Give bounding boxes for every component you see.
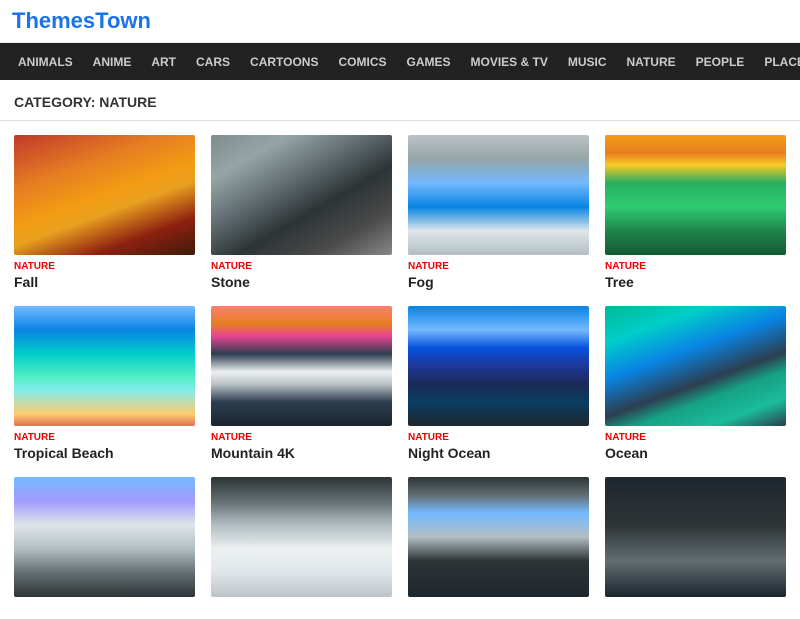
card-row3-3[interactable] [408,477,589,603]
nav-cars[interactable]: CARS [186,45,240,79]
card-fall-title: Fall [14,274,195,290]
nav-movies-tv[interactable]: MOVIES & TV [461,45,558,79]
nav-games[interactable]: GAMES [396,45,460,79]
card-ocean-image [605,306,786,426]
card-ocean[interactable]: NATURE Ocean [605,306,786,461]
card-tropical-category: NATURE [14,432,195,443]
card-drops-image [408,477,589,597]
card-snow2-image [211,477,392,597]
card-nightocean-category: NATURE [408,432,589,443]
nav-art[interactable]: ART [141,45,186,79]
nav-cartoons[interactable]: CARTOONS [240,45,328,79]
card-fall-image [14,135,195,255]
card-row3-1[interactable] [14,477,195,603]
card-grid-row3 [0,477,800,619]
card-fog[interactable]: NATURE Fog [408,135,589,290]
card-fog-category: NATURE [408,261,589,272]
nav-places[interactable]: PLACES [754,45,800,79]
card-tree-image [605,135,786,255]
card-tropical-image [14,306,195,426]
card-ocean-category: NATURE [605,432,786,443]
logo[interactable]: ThemesTown [12,8,151,33]
card-mountain-image [211,306,392,426]
category-title: CATEGORY: NATURE [0,80,800,121]
card-night-ocean[interactable]: NATURE Night Ocean [408,306,589,461]
card-mountain-title: Mountain 4K [211,445,392,461]
card-tree-title: Tree [605,274,786,290]
nav-music[interactable]: MUSIC [558,45,617,79]
card-stone[interactable]: NATURE Stone [211,135,392,290]
card-tropical-beach[interactable]: NATURE Tropical Beach [14,306,195,461]
card-tree-category: NATURE [605,261,786,272]
main-nav: ANIMALS ANIME ART CARS CARTOONS COMICS G… [0,43,800,80]
card-fall[interactable]: NATURE Fall [14,135,195,290]
card-fog-image [408,135,589,255]
nav-comics[interactable]: COMICS [328,45,396,79]
card-fall-category: NATURE [14,261,195,272]
card-snow1-image [14,477,195,597]
nav-animals[interactable]: ANIMALS [8,45,83,79]
card-mountain[interactable]: NATURE Mountain 4K [211,306,392,461]
card-fog-title: Fog [408,274,589,290]
card-stone-image [211,135,392,255]
card-ocean-title: Ocean [605,445,786,461]
card-nightocean-title: Night Ocean [408,445,589,461]
card-grid-row1: NATURE Fall NATURE Stone NATURE Fog NATU… [0,135,800,306]
nav-people[interactable]: PEOPLE [686,45,755,79]
card-grid-row2: NATURE Tropical Beach NATURE Mountain 4K… [0,306,800,477]
card-dark-image [605,477,786,597]
card-row3-4[interactable] [605,477,786,603]
card-tropical-title: Tropical Beach [14,445,195,461]
card-stone-category: NATURE [211,261,392,272]
card-mountain-category: NATURE [211,432,392,443]
card-nightocean-image [408,306,589,426]
card-tree[interactable]: NATURE Tree [605,135,786,290]
header: ThemesTown [0,0,800,43]
card-row3-2[interactable] [211,477,392,603]
nav-anime[interactable]: ANIME [83,45,142,79]
nav-nature[interactable]: NATURE [617,45,686,79]
card-stone-title: Stone [211,274,392,290]
